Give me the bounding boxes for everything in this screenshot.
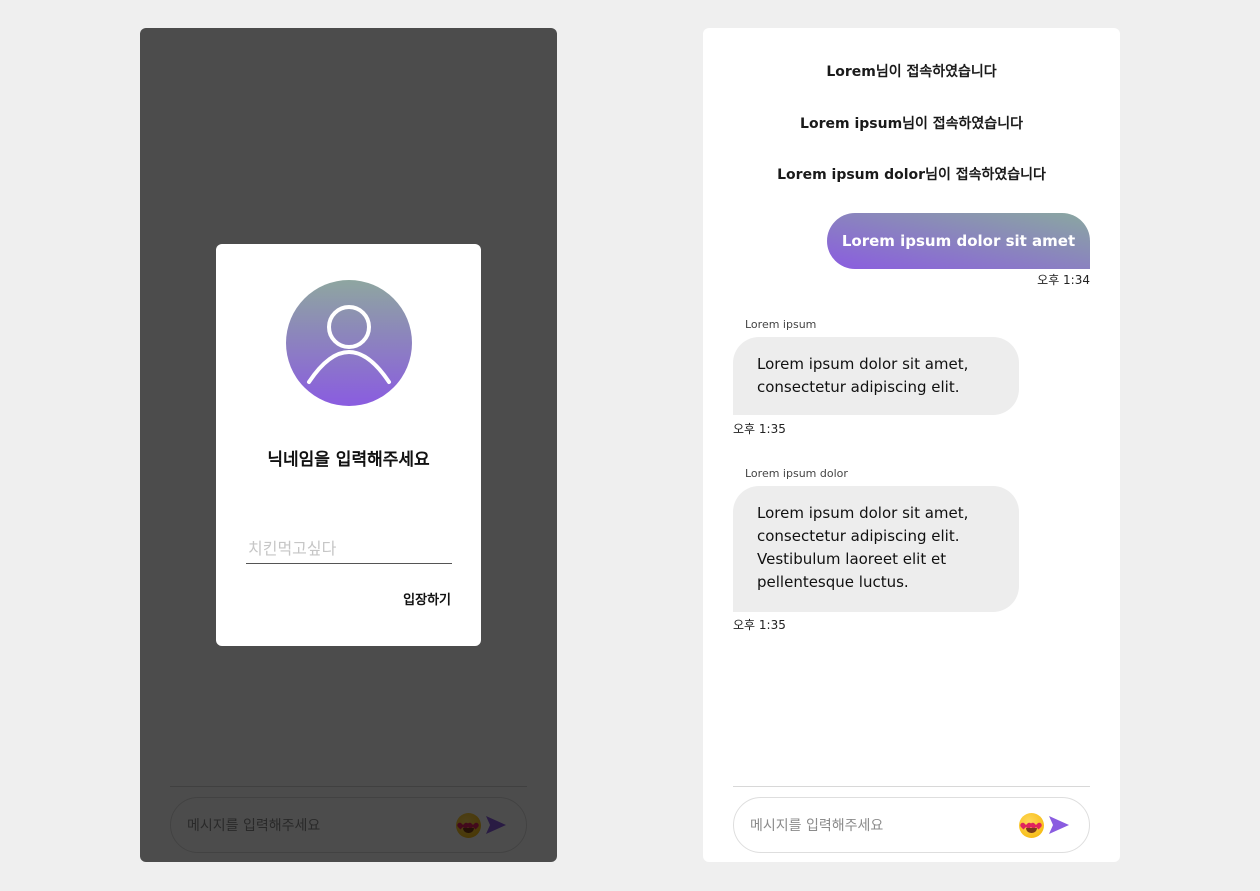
my-message-text: Lorem ipsum dolor sit amet: [841, 232, 1076, 250]
composer-divider: [733, 786, 1090, 787]
my-message-time: 오후 1:34: [1037, 273, 1090, 287]
system-message: Lorem님이 접속하였습니다: [826, 64, 997, 80]
system-message: Lorem ipsum님이 접속하였습니다: [800, 116, 1023, 132]
system-message: Lorem ipsum dolor님이 접속하였습니다: [777, 167, 1046, 183]
enter-button[interactable]: 입장하기: [403, 589, 451, 608]
other-message-bubble: Lorem ipsum dolor sit amet, consectetur …: [733, 486, 1019, 612]
user-icon: [286, 280, 412, 406]
modal-title: 닉네임을 입력해주세요: [267, 450, 430, 470]
my-message-bubble: Lorem ipsum dolor sit amet: [827, 213, 1090, 269]
sender-name: Lorem ipsum dolor: [745, 467, 848, 480]
nickname-input[interactable]: [246, 534, 452, 564]
other-message-text: Lorem ipsum dolor sit amet, consectetur …: [757, 355, 969, 396]
other-message-bubble: Lorem ipsum dolor sit amet, consectetur …: [733, 337, 1019, 415]
message-composer: [733, 797, 1090, 853]
login-screen: 닉네임을 입력해주세요 입장하기: [140, 28, 557, 862]
nickname-modal: 닉네임을 입력해주세요 입장하기: [216, 244, 481, 646]
other-message-time: 오후 1:35: [733, 618, 786, 632]
heart-eyes-emoji-icon[interactable]: [1019, 813, 1044, 838]
chat-screen: Lorem님이 접속하였습니다 Lorem ipsum님이 접속하였습니다 Lo…: [703, 28, 1120, 862]
other-message-text: Lorem ipsum dolor sit amet, consectetur …: [757, 504, 969, 591]
message-input[interactable]: [750, 812, 1000, 840]
send-icon[interactable]: [1048, 815, 1070, 835]
sender-name: Lorem ipsum: [745, 318, 817, 331]
other-message-time: 오후 1:35: [733, 422, 786, 436]
